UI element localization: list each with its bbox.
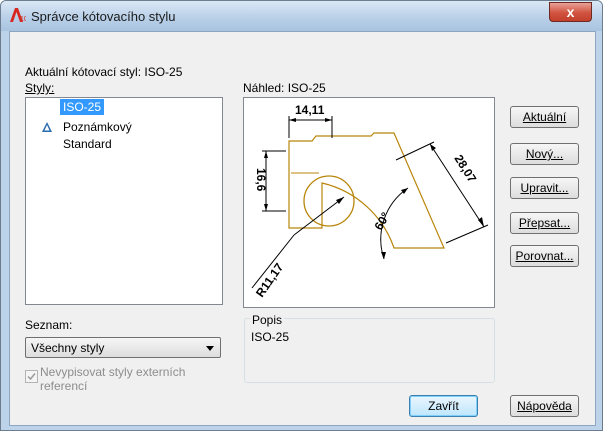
list-item-poznamkovy[interactable]: Poznámkový [63, 119, 132, 135]
list-filter-value: Všechny styly [31, 341, 105, 355]
xref-checkbox-label-line1: Nevypisovat styly externích [40, 365, 186, 379]
autocad-app-icon: 10 [10, 8, 26, 22]
chevron-down-icon [206, 346, 214, 351]
preview-geometry [288, 132, 445, 249]
close-icon: x [566, 4, 575, 20]
xref-checkbox-label-line2: referencí [40, 379, 88, 393]
compare-styles-button[interactable]: Porovnat... [510, 245, 579, 267]
dim-text-diagonal: 28,07 [451, 152, 479, 185]
help-button[interactable]: Nápověda [510, 395, 579, 417]
xref-checkbox[interactable] [25, 370, 38, 383]
styles-list[interactable]: ISO-25 Poznámkový Standard [25, 97, 223, 305]
modify-style-button[interactable]: Upravit... [510, 177, 579, 199]
preview-circle [303, 175, 355, 227]
style-preview: 14,11 16,6 28,07 60° R11,17 [243, 97, 495, 308]
preview-drawing: 14,11 16,6 28,07 60° R11,17 [251, 103, 489, 300]
description-value: ISO-25 [251, 330, 290, 344]
checkmark-icon [27, 373, 36, 381]
list-item-standard[interactable]: Standard [63, 136, 112, 152]
annotative-icon [42, 122, 52, 132]
override-style-button[interactable]: Přepsat... [510, 212, 579, 234]
set-current-button[interactable]: Aktuální [510, 106, 579, 128]
list-filter-dropdown[interactable]: Všechny styly [25, 337, 221, 358]
window-title: Správce kótovacího stylu [31, 9, 176, 24]
styles-label: Styly: [25, 81, 55, 95]
dim-text-top: 14,11 [295, 103, 325, 117]
description-group [244, 318, 495, 383]
title-bar: 10 Správce kótovacího stylu x [1, 1, 602, 31]
list-item-iso25[interactable]: ISO-25 [60, 99, 105, 115]
preview-label: Náhled: ISO-25 [243, 81, 326, 95]
new-style-button[interactable]: Nový... [510, 143, 579, 165]
close-window-button[interactable]: x [549, 2, 592, 22]
close-button[interactable]: Zavřít [409, 395, 478, 417]
list-filter-label: Seznam: [25, 318, 73, 332]
current-style-label: Aktuální kótovací styl: ISO-25 [25, 65, 183, 79]
dim-text-angle: 60° [371, 210, 392, 233]
svg-text:10: 10 [20, 16, 26, 22]
dimension-style-manager-dialog: 10 Správce kótovacího stylu x Aktuální k… [0, 0, 603, 431]
dim-text-left: 16,6 [254, 168, 268, 192]
description-label: Popis [250, 313, 285, 327]
